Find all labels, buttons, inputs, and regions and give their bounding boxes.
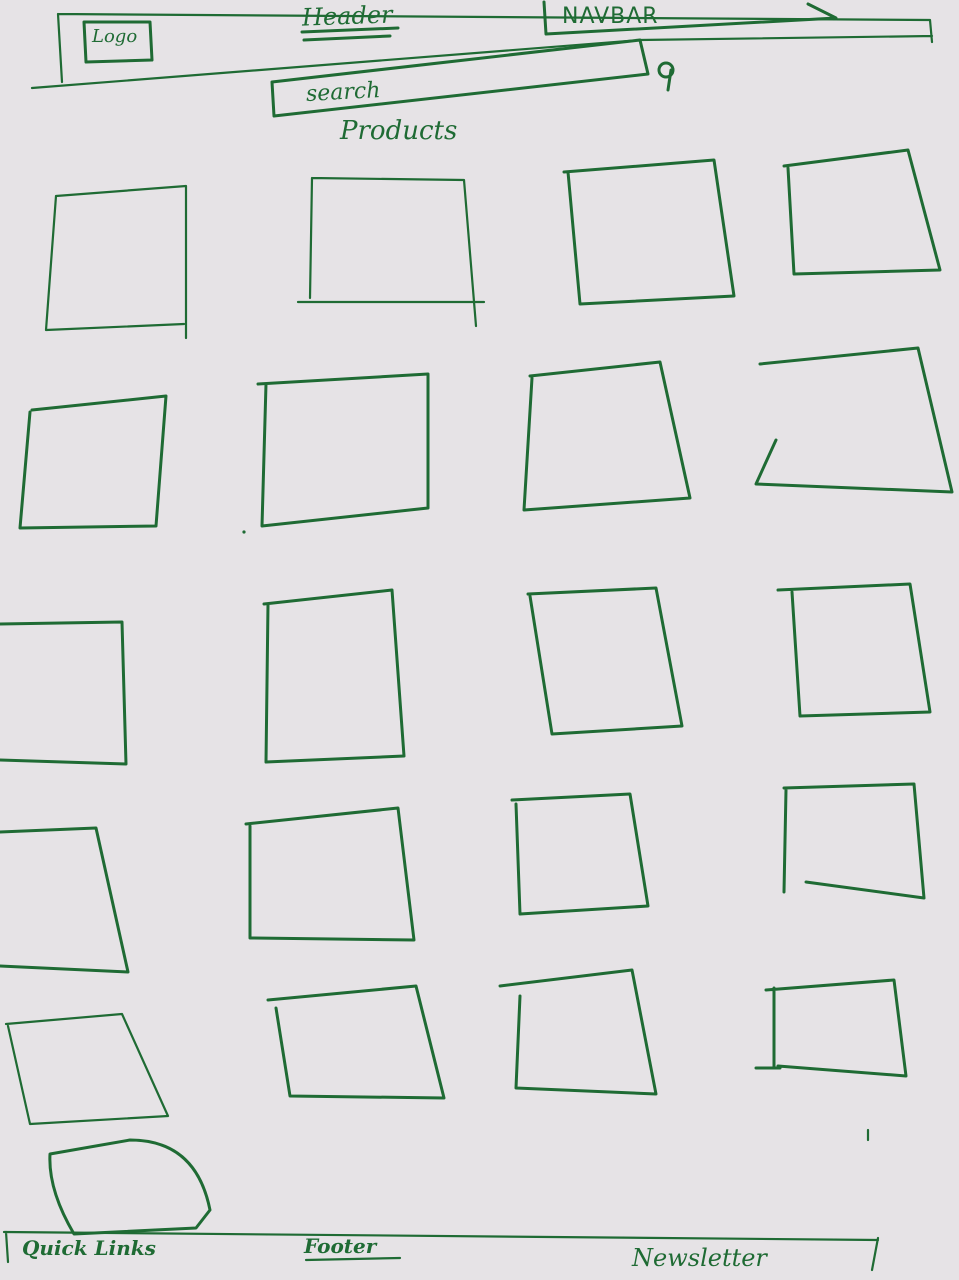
product-card-21[interactable] bbox=[48, 1138, 212, 1236]
logo-label: Logo bbox=[92, 26, 138, 47]
product-card-1[interactable] bbox=[44, 184, 188, 340]
wireframe-sketch bbox=[0, 0, 954, 1272]
product-card-5[interactable] bbox=[18, 394, 168, 530]
product-card-15[interactable] bbox=[510, 792, 650, 916]
product-card-12[interactable] bbox=[776, 582, 932, 718]
product-card-13[interactable] bbox=[0, 826, 130, 974]
product-card-17[interactable] bbox=[4, 1012, 170, 1126]
product-card-4[interactable] bbox=[782, 148, 942, 276]
product-card-10[interactable] bbox=[262, 588, 406, 764]
product-card-16[interactable] bbox=[782, 782, 926, 900]
product-card-9[interactable] bbox=[0, 620, 128, 766]
header-title: Header bbox=[301, 0, 393, 32]
product-card-18[interactable] bbox=[266, 984, 446, 1100]
product-card-6[interactable] bbox=[256, 372, 430, 528]
product-card-19[interactable] bbox=[498, 968, 658, 1096]
product-card-7[interactable] bbox=[522, 360, 692, 512]
product-card-8[interactable] bbox=[754, 346, 954, 494]
product-card-14[interactable] bbox=[244, 806, 416, 942]
product-card-3[interactable] bbox=[562, 158, 736, 306]
quick-links-link[interactable]: Quick Links bbox=[22, 1236, 156, 1260]
header-box bbox=[30, 12, 934, 90]
newsletter-link[interactable]: Newsletter bbox=[632, 1244, 767, 1272]
navbar-label[interactable]: NAVBAR bbox=[562, 4, 659, 29]
search-placeholder: search bbox=[305, 78, 382, 107]
product-card-20[interactable] bbox=[754, 978, 908, 1078]
footer-title: Footer bbox=[304, 1234, 377, 1258]
magnifier-icon[interactable] bbox=[657, 61, 675, 92]
product-card-2[interactable] bbox=[296, 176, 486, 328]
product-card-11[interactable] bbox=[526, 586, 684, 736]
products-heading: Products bbox=[340, 116, 458, 146]
pen-dot bbox=[242, 530, 246, 534]
